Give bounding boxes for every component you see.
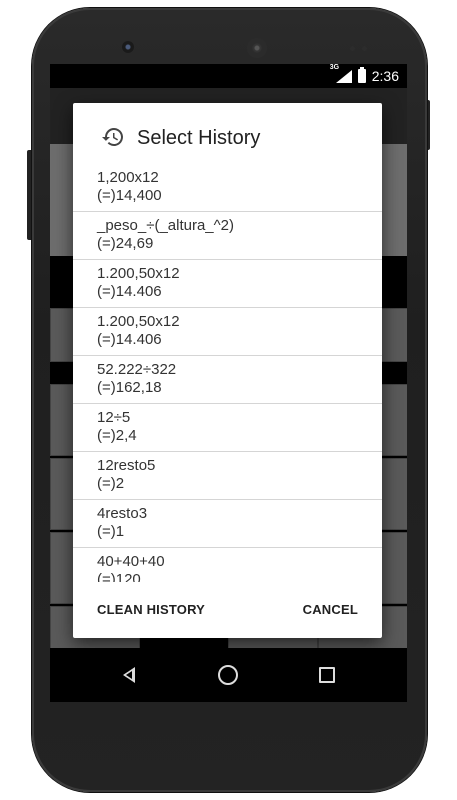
- battery-icon: [357, 67, 366, 83]
- history-result: (=)24,69: [97, 235, 154, 252]
- history-item[interactable]: 12÷5 (=)2,4: [73, 404, 382, 452]
- history-item[interactable]: 1,200x12 (=)14,400: [73, 164, 382, 212]
- history-item[interactable]: 40+40+40 (=)120: [73, 548, 382, 582]
- clean-history-button[interactable]: CLEAN HISTORY: [97, 602, 205, 617]
- history-dialog: Select History 1,200x12 (=)14,400 _peso_…: [73, 103, 382, 638]
- cancel-button[interactable]: CANCEL: [303, 602, 358, 617]
- history-item[interactable]: 1.200,50x12 (=)14.406: [73, 308, 382, 356]
- history-expression: 40+40+40: [97, 553, 165, 570]
- history-result: (=)120: [97, 571, 141, 582]
- history-expression: 12÷5: [97, 409, 131, 426]
- history-expression: 4resto3: [97, 505, 148, 522]
- history-item[interactable]: _peso_÷(_altura_^2) (=)24,69: [73, 212, 382, 260]
- dialog-title: Select History: [137, 127, 261, 149]
- history-result: (=)2,4: [97, 427, 137, 444]
- back-icon[interactable]: [116, 661, 144, 689]
- clock: 2:36: [371, 68, 399, 84]
- history-result: (=)162,18: [97, 379, 162, 396]
- history-item[interactable]: 52.222÷322 (=)162,18: [73, 356, 382, 404]
- history-list: 1,200x12 (=)14,400 _peso_÷(_altura_^2) (…: [73, 164, 382, 582]
- history-result: (=)14.406: [97, 331, 162, 348]
- earpiece-speaker: [247, 38, 267, 58]
- history-expression: 1.200,50x12: [97, 265, 180, 282]
- history-icon: [102, 128, 123, 146]
- light-sensor: [362, 46, 367, 51]
- proximity-sensor: [350, 46, 355, 51]
- history-result: (=)14,400: [97, 187, 162, 204]
- dialog-header: Select History: [73, 103, 382, 163]
- history-expression: 52.222÷322: [97, 361, 177, 378]
- history-item[interactable]: 4resto3 (=)1: [73, 500, 382, 548]
- history-result: (=)1: [97, 523, 125, 540]
- front-camera: [122, 41, 134, 53]
- home-icon[interactable]: [214, 661, 242, 689]
- history-result: (=)2: [97, 475, 125, 492]
- history-result: (=)14.406: [97, 283, 162, 300]
- signal-icon: 3G: [330, 64, 352, 83]
- history-expression: 12resto5: [97, 457, 156, 474]
- recents-icon[interactable]: [313, 661, 341, 689]
- history-item[interactable]: 12resto5 (=)2: [73, 452, 382, 500]
- history-expression: 1,200x12: [97, 169, 159, 186]
- dialog-actions: CLEAN HISTORY CANCEL: [73, 582, 382, 638]
- status-bar: 3G 2:36: [50, 64, 407, 88]
- history-expression: _peso_÷(_altura_^2): [97, 217, 235, 234]
- navigation-bar: [50, 648, 407, 702]
- history-expression: 1.200,50x12: [97, 313, 180, 330]
- history-item[interactable]: 1.200,50x12 (=)14.406: [73, 260, 382, 308]
